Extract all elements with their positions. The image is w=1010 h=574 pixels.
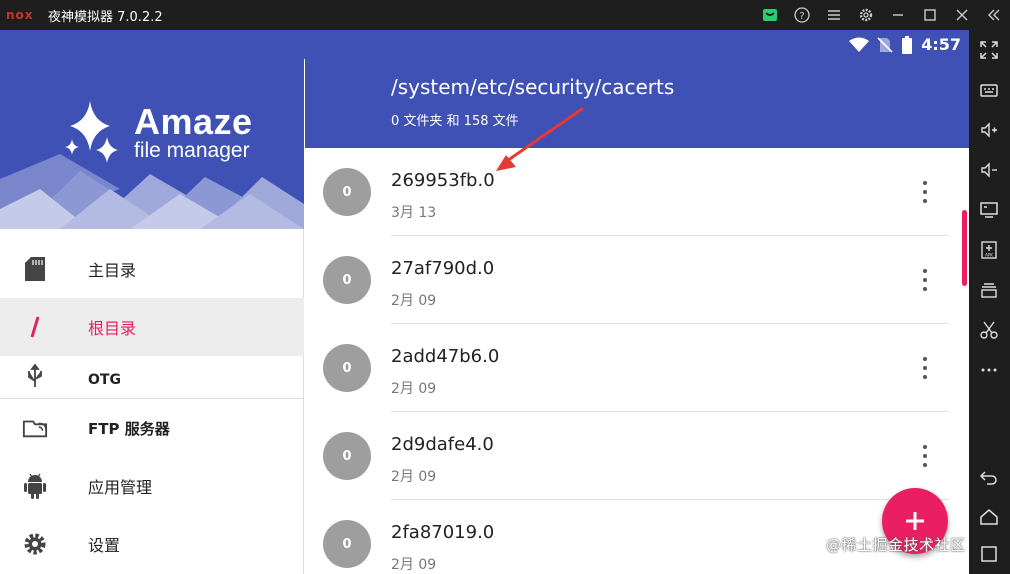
file-name: 269953fb.0 — [391, 170, 495, 191]
file-date: 2月 09 — [391, 557, 437, 573]
screen-icon[interactable] — [977, 198, 1001, 222]
keyboard-icon[interactable] — [977, 78, 1001, 102]
file-row[interactable]: 0 2d9dafe4.0 2月 09 — [305, 412, 969, 500]
svg-text:APK: APK — [985, 253, 993, 258]
more-vert-icon[interactable] — [915, 266, 935, 294]
window-title: 夜神模拟器 7.0.2.2 — [48, 9, 163, 25]
gear-icon — [22, 531, 48, 557]
toolbar-drag-handle[interactable] — [962, 210, 967, 286]
brand-name: Amaze — [134, 101, 253, 142]
more-vert-icon[interactable] — [915, 178, 935, 206]
clock: 4:57 — [921, 35, 961, 54]
file-name: 2fa87019.0 — [391, 522, 495, 543]
android-icon — [22, 473, 48, 499]
drawer-item-ftp[interactable]: FTP 服务器 — [0, 399, 304, 457]
back-icon[interactable] — [977, 465, 1001, 489]
drawer-header: Amaze file manager — [0, 59, 304, 229]
drawer-item-label: 根目录 — [88, 319, 137, 338]
nox-logo: nox — [6, 8, 34, 22]
drawer-item-root[interactable]: 根目录 — [0, 298, 304, 356]
watermark: @稀土掘金技术社区 — [826, 536, 966, 554]
menu-icon[interactable] — [818, 0, 850, 30]
collapse-sidebar-icon[interactable] — [978, 0, 1010, 30]
path-header: /system/etc/security/cacerts 0 文件夹 和 158… — [305, 59, 969, 148]
drawer-item-label: 应用管理 — [88, 478, 153, 497]
drawer-item-app-manager[interactable]: 应用管理 — [0, 457, 304, 515]
battery-icon — [902, 35, 913, 54]
file-type-avatar: 0 — [323, 256, 371, 304]
drawer-item-otg[interactable]: OTG — [0, 356, 304, 398]
slash-icon — [22, 314, 48, 340]
drawer-item-label: OTG — [88, 372, 121, 388]
file-list: 0 269953fb.0 3月 13 0 27af790d.0 2月 09 0 … — [305, 148, 969, 574]
file-name: 27af790d.0 — [391, 258, 495, 279]
brand-subtitle: file manager — [134, 139, 250, 162]
folder-file-count: 0 文件夹 和 158 文件 — [391, 114, 519, 129]
more-vert-icon[interactable] — [915, 442, 935, 470]
file-type-avatar: 0 — [323, 432, 371, 480]
maximize-icon[interactable] — [914, 0, 946, 30]
drawer-item-home[interactable]: 主目录 — [0, 240, 304, 298]
more-vert-icon[interactable] — [915, 354, 935, 382]
ftp-icon — [22, 415, 48, 441]
drawer-item-settings[interactable]: 设置 — [0, 515, 304, 573]
file-date: 2月 09 — [391, 469, 437, 485]
help-icon[interactable]: ? — [786, 0, 818, 30]
volume-down-icon[interactable] — [977, 158, 1001, 182]
emulator-titlebar: nox 夜神模拟器 7.0.2.2 ? — [0, 0, 1010, 30]
wifi-icon — [849, 37, 870, 52]
file-name: 2add47b6.0 — [391, 346, 500, 367]
drawer-item-label: 主目录 — [88, 261, 137, 280]
navigation-drawer: Amaze file manager 主目录 根目录 OTG FTP 服务器 应… — [0, 59, 304, 574]
drawer-item-label: FTP 服务器 — [88, 419, 170, 438]
close-icon[interactable] — [946, 0, 978, 30]
file-date: 2月 09 — [391, 381, 437, 397]
current-path: /system/etc/security/cacerts — [391, 75, 675, 99]
svg-text:?: ? — [799, 11, 804, 22]
fullscreen-icon[interactable] — [977, 38, 1001, 62]
recent-apps-icon[interactable] — [977, 542, 1001, 566]
file-row[interactable]: 0 2add47b6.0 2月 09 — [305, 324, 969, 412]
file-row[interactable]: 0 27af790d.0 2月 09 — [305, 236, 969, 324]
emulator-toolbar: APK — [962, 30, 1010, 574]
file-row[interactable]: 0 269953fb.0 3月 13 — [305, 148, 969, 236]
more-horiz-icon[interactable] — [977, 358, 1001, 382]
file-type-avatar: 0 — [323, 168, 371, 216]
plus-icon — [906, 512, 924, 530]
drawer-item-label: 设置 — [88, 536, 121, 555]
file-name: 2d9dafe4.0 — [391, 434, 494, 455]
scissors-icon[interactable] — [977, 318, 1001, 342]
sd-card-icon — [22, 256, 48, 282]
file-date: 3月 13 — [391, 205, 437, 221]
multi-instance-icon[interactable] — [977, 278, 1001, 302]
file-type-avatar: 0 — [323, 344, 371, 392]
home-icon[interactable] — [977, 505, 1001, 529]
file-type-avatar: 0 — [323, 520, 371, 568]
usb-icon — [22, 363, 48, 389]
file-date: 2月 09 — [391, 293, 437, 309]
amaze-star-icon — [65, 101, 118, 163]
no-sim-icon — [877, 36, 893, 53]
volume-up-icon[interactable] — [977, 118, 1001, 142]
gift-icon[interactable] — [754, 0, 786, 30]
install-apk-icon[interactable]: APK — [977, 238, 1001, 262]
status-bar: 4:57 — [0, 30, 969, 59]
settings-gear-icon[interactable] — [850, 0, 882, 30]
minimize-icon[interactable] — [882, 0, 914, 30]
